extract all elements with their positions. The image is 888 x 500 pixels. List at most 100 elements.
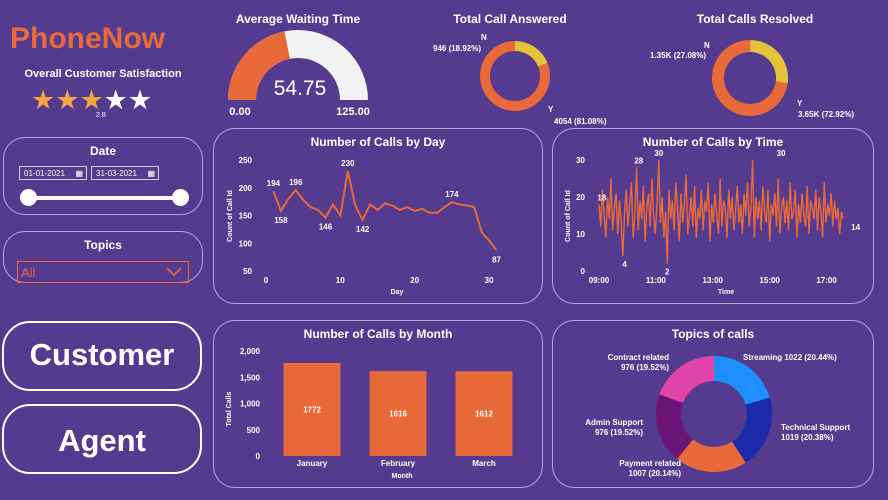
day-y-tick: 50: [243, 267, 252, 276]
answered-y-label: Y: [548, 105, 554, 114]
day-data-label: 194: [267, 179, 281, 188]
donut-slice-n: [750, 40, 788, 83]
month-y-tick: 2,000: [240, 347, 261, 356]
topic-label-contract-related: Contract related: [608, 353, 669, 362]
star-icon: ★: [55, 85, 80, 115]
time-data-label: 30: [654, 149, 663, 158]
resolved-n-value: 1.35K (27.08%): [650, 51, 706, 60]
topic-label-streaming: Streaming 1022 (20.44%): [743, 353, 837, 362]
day-x-tick: 10: [336, 276, 345, 285]
satisfaction-label: Overall Customer Satisfaction: [24, 68, 182, 80]
rating-value: 2.8: [96, 112, 106, 119]
agent-button-label: Agent: [58, 423, 146, 458]
answered-n-label: N: [481, 33, 487, 42]
star-icon: ★: [103, 85, 128, 115]
date-slider-end-handle[interactable]: [172, 189, 189, 206]
topic-label-technical-support: Technical Support: [781, 423, 851, 432]
time-data-label: 18: [597, 193, 606, 202]
date-filter-panel: Date 01-01-2021 ▦ 31-03-2021 ▦: [3, 137, 203, 215]
time-data-label: 2: [665, 268, 670, 277]
end-date-input[interactable]: 31-03-2021 ▦: [91, 166, 159, 180]
time-data-label: 30: [777, 149, 786, 158]
donut-slice-streaming: [714, 356, 770, 405]
calls-by-month-chart: Total Calls Month 0 500 1,000 1,500 2,000 177…: [226, 347, 513, 480]
day-data-label: 230: [341, 159, 355, 168]
day-x-tick: 20: [410, 276, 419, 285]
time-x-tick: 11:00: [646, 276, 667, 285]
start-date-input[interactable]: 01-01-2021 ▦: [19, 166, 87, 180]
date-slider-track[interactable]: [29, 196, 181, 200]
day-y-tick: 150: [239, 212, 253, 221]
resolved-y-value: 3.65K (72.92%): [798, 110, 854, 119]
brand-title: PhoneNow: [10, 22, 165, 55]
topics-dropdown-value: All: [21, 265, 36, 280]
start-date-value: 01-01-2021: [24, 169, 65, 178]
resolved-donut-chart: N 1.35K (27.08%) Y 3.65K (72.92%): [650, 40, 854, 119]
calls-by-day-chart: Count of Call Id Day 50 100 150 200 250 0 10 20…: [227, 156, 502, 296]
answered-title: Total Call Answered: [453, 12, 567, 26]
topic-label-payment-related: 1007 (20.14%): [629, 469, 682, 478]
time-data-label: 28: [634, 156, 643, 165]
gauge-min-label: 0.00: [229, 106, 250, 118]
date-slider-start-handle[interactable]: [20, 189, 37, 206]
time-y-tick: 30: [576, 156, 585, 165]
topic-label-technical-support: 1019 (20.38%): [781, 433, 834, 442]
time-x-tick: 09:00: [589, 276, 610, 285]
month-y-axis-label: Total Calls: [226, 391, 233, 426]
month-y-tick: 0: [256, 452, 261, 461]
topics-filter-panel: Topics All: [3, 231, 203, 283]
gauge-title: Average Waiting Time: [235, 12, 361, 26]
time-y-tick: 10: [576, 230, 585, 239]
time-y-axis-label: Count of Call Id: [565, 190, 572, 242]
day-data-label: 158: [274, 216, 288, 225]
topic-label-admin-support: 976 (19.52%): [595, 428, 643, 437]
donut-slice-n: [514, 41, 548, 67]
customer-button[interactable]: Customer: [2, 321, 202, 391]
star-icon: ★: [79, 85, 104, 115]
calls-by-month-panel: Number of Calls by Month Total Calls Mon…: [213, 320, 543, 488]
resolved-title: Total Calls Resolved: [696, 12, 814, 26]
agent-button[interactable]: Agent: [2, 404, 202, 474]
month-x-tick: February: [381, 459, 416, 468]
calls-by-time-panel: Number of Calls by Time Count of Call Id…: [552, 128, 874, 304]
rating-stars: ★★★★★: [31, 87, 152, 114]
month-bar-value: 1612: [475, 410, 493, 419]
day-data-label: 196: [289, 178, 303, 187]
resolved-y-label: Y: [797, 99, 803, 108]
answered-y-value: 4054 (81.08%): [554, 117, 607, 126]
time-x-tick: 13:00: [703, 276, 724, 285]
answered-n-value: 946 (18.92%): [433, 44, 481, 53]
time-series-line: [598, 159, 844, 264]
calendar-icon[interactable]: ▦: [75, 167, 83, 181]
time-x-tick: 17:00: [816, 276, 837, 285]
day-data-label: 174: [445, 190, 459, 199]
month-y-tick: 500: [247, 426, 261, 435]
resolved-n-label: N: [704, 41, 710, 50]
calls-by-day-panel: Number of Calls by Day Count of Call Id …: [213, 128, 543, 304]
calls-by-time-chart: Count of Call Id Time 0 10 20 30 09:00 11:00 1…: [565, 149, 861, 296]
customer-button-label: Customer: [29, 337, 175, 372]
topics-dropdown[interactable]: All: [17, 261, 189, 283]
topic-label-payment-related: Payment related: [619, 459, 681, 468]
time-data-label: 4: [622, 260, 627, 269]
time-y-tick: 20: [576, 193, 585, 202]
day-y-tick: 100: [239, 239, 253, 248]
topics-filter-label: Topics: [84, 238, 122, 252]
chevron-down-icon[interactable]: [166, 267, 182, 277]
month-bar-value: 1616: [389, 410, 407, 419]
waiting-time-gauge: 54.75 0.00 125.00: [228, 30, 370, 118]
day-y-axis-label: Count of Call Id: [227, 190, 234, 242]
month-y-tick: 1,500: [240, 373, 261, 382]
day-series-line: [272, 170, 498, 252]
calendar-icon[interactable]: ▦: [147, 167, 155, 181]
day-data-label: 146: [319, 223, 333, 232]
topics-donut: [656, 356, 772, 472]
topics-donut-chart: Streaming 1022 (20.44%) Technical Support…: [585, 353, 851, 478]
gauge-value: 54.75: [274, 77, 327, 100]
topic-label-contract-related: 976 (19.52%): [621, 363, 669, 372]
gauge-max-label: 125.00: [336, 106, 370, 118]
day-x-tick: 0: [264, 276, 269, 285]
time-x-axis-label: Time: [718, 289, 734, 296]
day-data-label: 87: [492, 255, 501, 264]
star-icon: ★: [31, 85, 56, 115]
